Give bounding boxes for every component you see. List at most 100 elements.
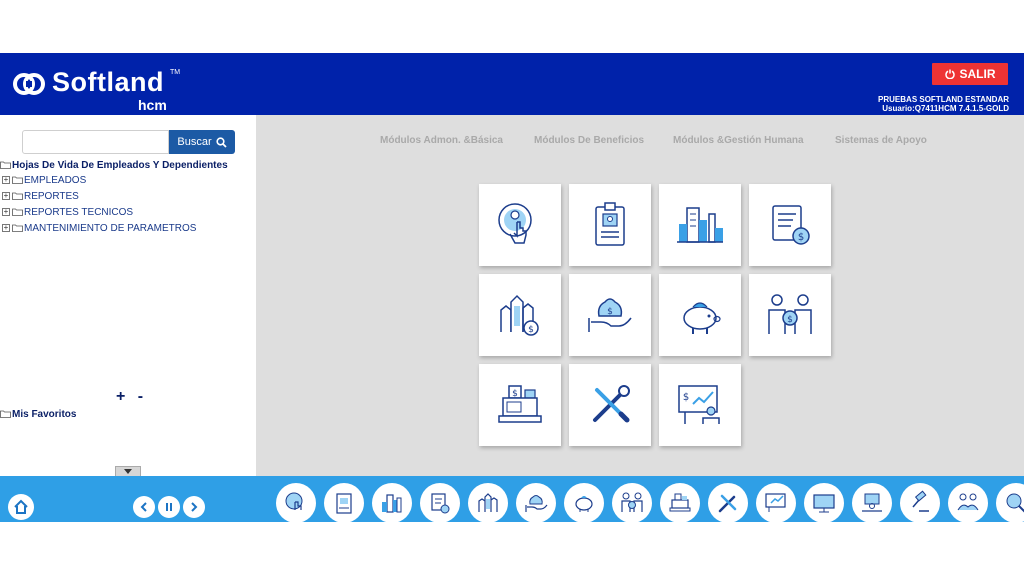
logout-label: SALIR bbox=[959, 67, 996, 81]
cash-register-icon bbox=[669, 493, 691, 512]
pause-icon bbox=[166, 503, 172, 511]
tree-item-label: REPORTES bbox=[24, 190, 79, 202]
people-dollar-icon bbox=[621, 492, 643, 512]
expand-collapse-controls[interactable]: + - bbox=[116, 388, 147, 406]
tree-expander[interactable]: + bbox=[2, 176, 10, 184]
footer-module-gavel[interactable] bbox=[900, 483, 940, 523]
tree-item-label: REPORTES TECNICOS bbox=[24, 206, 134, 218]
folder-icon bbox=[12, 224, 23, 232]
footer-module-buildings-dollar[interactable] bbox=[468, 483, 508, 523]
home-icon bbox=[14, 499, 28, 514]
invoice-dollar-icon: $ bbox=[772, 205, 810, 245]
buildings-dollar-icon bbox=[478, 493, 498, 512]
module-tile-touch[interactable] bbox=[479, 184, 561, 266]
hand-money-bag-icon: $ bbox=[588, 298, 632, 332]
city-buildings-icon bbox=[677, 207, 723, 243]
user-info: Usuario:Q7411HCM 7.4.1.5-GOLD bbox=[882, 104, 1009, 113]
footer-module-badge[interactable] bbox=[324, 483, 364, 523]
module-tile-invoice[interactable]: $ bbox=[749, 184, 831, 266]
logout-button[interactable]: SALIR bbox=[932, 63, 1008, 85]
next-button[interactable] bbox=[183, 496, 205, 518]
home-button[interactable] bbox=[8, 494, 34, 520]
brand-subtitle: hcm bbox=[138, 97, 167, 113]
footer-module-touch[interactable] bbox=[276, 483, 316, 523]
desk-worker-icon bbox=[862, 493, 882, 512]
svg-text:$: $ bbox=[607, 307, 613, 317]
footer-module-hand-money[interactable] bbox=[516, 483, 556, 523]
footer-module-monitor[interactable] bbox=[804, 483, 844, 523]
footer-module-desk-worker[interactable] bbox=[852, 483, 892, 523]
svg-text:$: $ bbox=[798, 232, 804, 243]
favorites-node[interactable]: Mis Favoritos bbox=[0, 407, 76, 421]
chevron-right-icon bbox=[191, 502, 198, 512]
piggy-bank-icon bbox=[683, 302, 721, 334]
folder-open-icon bbox=[0, 161, 11, 169]
tree-item-reportes-tecnicos[interactable]: + REPORTES TECNICOS bbox=[0, 204, 256, 220]
module-tile-tools[interactable] bbox=[569, 364, 651, 446]
invoice-dollar-icon bbox=[431, 493, 450, 514]
footer-module-handshake[interactable] bbox=[948, 483, 988, 523]
tab-gestion-humana[interactable]: Módulos &Gestión Humana bbox=[673, 135, 804, 146]
search-button[interactable]: Buscar bbox=[169, 130, 235, 154]
svg-text:$: $ bbox=[528, 325, 534, 335]
tree-item-label: MANTENIMIENTO DE PARAMETROS bbox=[24, 222, 197, 234]
footer-module-presentation[interactable] bbox=[756, 483, 796, 523]
module-tile-badge[interactable] bbox=[569, 184, 651, 266]
module-tile-presentation[interactable]: $ bbox=[659, 364, 741, 446]
module-tile-register[interactable]: $ bbox=[479, 364, 561, 446]
tree-item-reportes[interactable]: + REPORTES bbox=[0, 188, 256, 204]
computer-monitor-icon bbox=[813, 494, 835, 513]
gavel-icon bbox=[912, 490, 929, 512]
footer-module-piggy[interactable] bbox=[564, 483, 604, 523]
footer-module-city[interactable] bbox=[372, 483, 412, 523]
search-input[interactable] bbox=[22, 130, 169, 154]
module-tile-city[interactable] bbox=[659, 184, 741, 266]
footer-module-invoice[interactable] bbox=[420, 483, 460, 523]
city-buildings-icon bbox=[382, 494, 402, 513]
module-tile-people-dollar[interactable]: $ bbox=[749, 274, 831, 356]
tree-expander[interactable]: + bbox=[2, 224, 10, 232]
touch-hand-icon bbox=[498, 203, 532, 244]
favorites-label: Mis Favoritos bbox=[12, 408, 77, 420]
softland-logo-icon bbox=[13, 73, 45, 95]
app-window: Softland TM hcm SALIR PRUEBAS SOFTLAND E… bbox=[0, 0, 1024, 576]
tree-root-label: Hojas De Vida De Empleados Y Dependiente… bbox=[12, 159, 228, 171]
tab-admon-basica[interactable]: Módulos Admon. &Básica bbox=[380, 135, 503, 146]
navigation-tree: Hojas De Vida De Empleados Y Dependiente… bbox=[0, 158, 256, 236]
footer-module-register[interactable] bbox=[660, 483, 700, 523]
footer-module-tools[interactable] bbox=[708, 483, 748, 523]
tree-item-mantenimiento[interactable]: + MANTENIMIENTO DE PARAMETROS bbox=[0, 220, 256, 236]
search-icon bbox=[216, 136, 227, 148]
tree-item-label: EMPLEADOS bbox=[24, 174, 87, 186]
panel-toggle-button[interactable] bbox=[115, 466, 141, 476]
tree-expander[interactable]: + bbox=[2, 192, 10, 200]
presentation-chart-icon: $ bbox=[678, 385, 720, 424]
bottom-toolbar bbox=[0, 476, 1024, 523]
module-tile-hand-money[interactable]: $ bbox=[569, 274, 651, 356]
previous-button[interactable] bbox=[133, 496, 155, 518]
footer-module-search-person[interactable] bbox=[996, 483, 1024, 523]
folder-open-icon bbox=[0, 410, 11, 418]
touch-hand-icon bbox=[285, 492, 303, 510]
module-tile-piggy[interactable] bbox=[659, 274, 741, 356]
footer-module-people-dollar[interactable] bbox=[612, 483, 652, 523]
buildings-dollar-icon: $ bbox=[500, 294, 539, 336]
id-badge-icon bbox=[336, 493, 352, 514]
svg-text:$: $ bbox=[683, 392, 689, 403]
tab-sistemas-apoyo[interactable]: Sistemas de Apoyo bbox=[835, 135, 927, 146]
module-tile-buildings-dollar[interactable]: $ bbox=[479, 274, 561, 356]
pause-button[interactable] bbox=[158, 496, 180, 518]
presentation-chart-icon bbox=[765, 493, 786, 512]
main-content: Módulos Admon. &Básica Módulos De Benefi… bbox=[256, 115, 1024, 476]
tree-expander[interactable]: + bbox=[2, 208, 10, 216]
folder-icon bbox=[12, 208, 23, 216]
tree-item-empleados[interactable]: + EMPLEADOS bbox=[0, 172, 256, 188]
folder-icon bbox=[12, 192, 23, 200]
folder-icon bbox=[12, 176, 23, 184]
tree-root[interactable]: Hojas De Vida De Empleados Y Dependiente… bbox=[0, 158, 256, 172]
svg-text:$: $ bbox=[787, 315, 793, 325]
wrench-screwdriver-icon bbox=[593, 385, 630, 423]
wrench-screwdriver-icon bbox=[718, 494, 737, 513]
tab-beneficios[interactable]: Módulos De Beneficios bbox=[534, 135, 644, 146]
hand-money-bag-icon bbox=[525, 495, 548, 512]
